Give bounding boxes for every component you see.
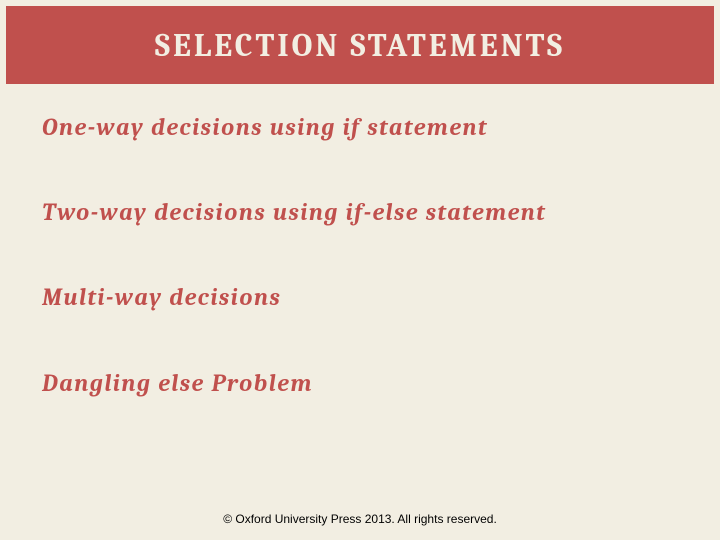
topic-dangling-else: Dangling else Problem <box>42 368 678 399</box>
title-bar: SELECTION STATEMENTS <box>6 6 714 84</box>
topic-one-way: One-way decisions using if statement <box>42 112 678 143</box>
topic-two-way: Two-way decisions using if-else statemen… <box>42 197 678 228</box>
topic-multi-way: Multi-way decisions <box>42 282 678 313</box>
content-area: One-way decisions using if statement Two… <box>42 112 678 453</box>
slide-title: SELECTION STATEMENTS <box>155 27 565 64</box>
copyright-footer: © Oxford University Press 2013. All righ… <box>0 512 720 526</box>
